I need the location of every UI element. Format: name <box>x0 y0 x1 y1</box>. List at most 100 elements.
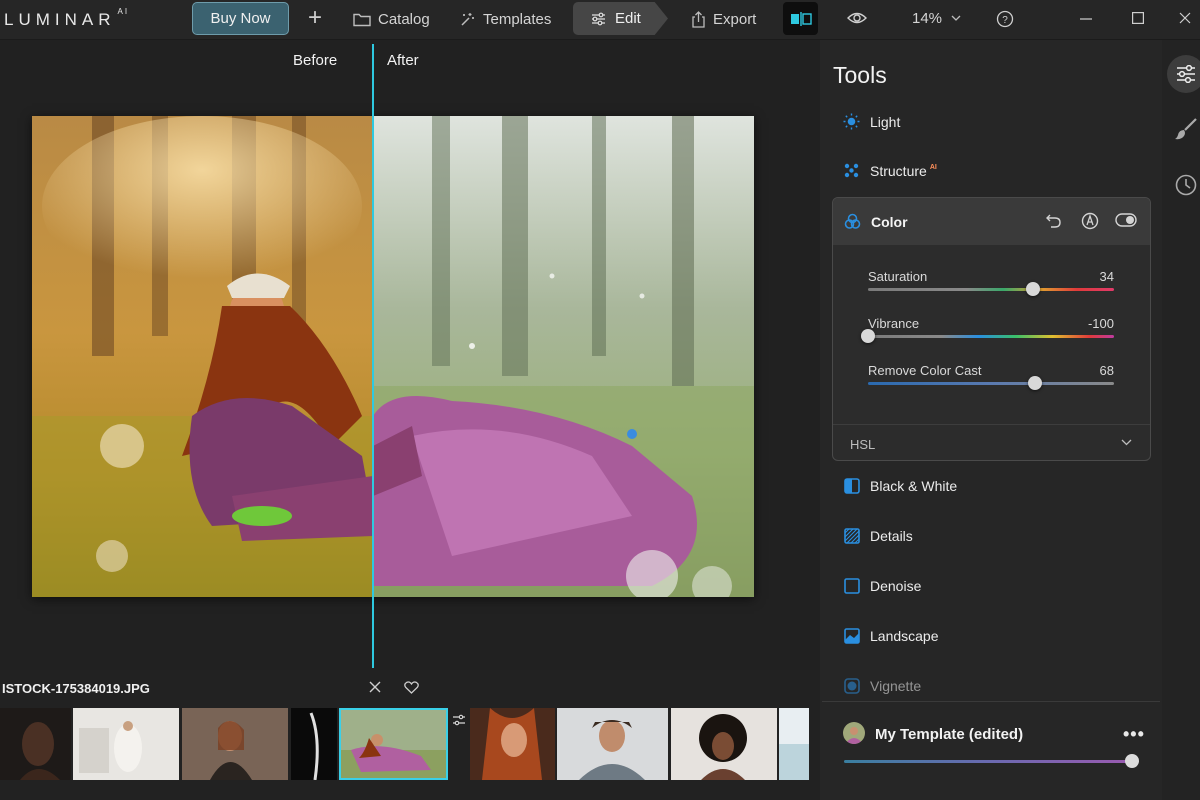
tool-black-white[interactable]: Black & White <box>843 477 957 494</box>
black-white-icon <box>843 477 860 494</box>
slider-track[interactable] <box>868 382 1114 385</box>
sliders-icon <box>592 12 605 25</box>
app-logo: LUMINAR AI <box>4 7 130 29</box>
thumbnail[interactable] <box>291 708 337 780</box>
slider-track[interactable] <box>868 335 1114 338</box>
buy-now-button[interactable]: Buy Now <box>192 2 289 35</box>
sliders-icon <box>1177 65 1195 83</box>
hsl-label: HSL <box>850 437 876 452</box>
history-rail-button[interactable] <box>1167 166 1200 204</box>
slider-label: Vibrance <box>868 316 920 331</box>
color-tool-panel: Color Saturation 34 Vibrance -100 Remove… <box>832 197 1151 461</box>
tool-label: Landscape <box>870 627 939 644</box>
tool-details[interactable]: Details <box>843 527 913 544</box>
tools-rail-button[interactable] <box>1167 55 1200 93</box>
help-icon[interactable]: ? <box>996 10 1014 28</box>
zoom-value: 14% <box>912 10 943 27</box>
folder-icon <box>353 13 371 26</box>
tool-landscape[interactable]: Landscape <box>843 627 939 644</box>
chevron-down-icon <box>951 15 961 21</box>
edit-tab[interactable]: Edit <box>573 2 668 35</box>
slider-value: 68 <box>1099 363 1114 378</box>
before-label: Before <box>293 52 338 69</box>
slider-track[interactable] <box>868 288 1114 291</box>
hsl-section[interactable]: HSL <box>833 424 1150 460</box>
svg-text:?: ? <box>1002 15 1008 26</box>
before-after-divider[interactable] <box>372 44 374 668</box>
tools-title: Tools <box>833 62 887 88</box>
brush-rail-button[interactable] <box>1167 110 1200 148</box>
thumbnail[interactable] <box>557 708 668 780</box>
tool-label: Color <box>871 214 908 230</box>
before-after-toggle[interactable] <box>783 2 818 35</box>
landscape-icon <box>843 627 860 644</box>
tool-label: Details <box>870 527 913 544</box>
thumbnail[interactable] <box>73 708 179 780</box>
tool-denoise[interactable]: Denoise <box>843 577 921 594</box>
export-label: Export <box>713 10 757 28</box>
sun-icon <box>843 113 860 130</box>
filmstrip-filename: ISTOCK-175384019.JPG <box>2 681 150 696</box>
slider-knob[interactable] <box>1028 376 1043 390</box>
undo-icon[interactable] <box>1045 212 1062 229</box>
template-thumbnail <box>843 722 865 744</box>
structure-icon <box>844 163 859 178</box>
templates-label: Templates <box>483 10 552 28</box>
right-rail <box>1162 40 1200 800</box>
catalog-tab[interactable]: Catalog <box>353 0 430 38</box>
thumbnail[interactable] <box>470 708 555 780</box>
zoom-dropdown[interactable]: 14% <box>912 10 961 27</box>
close-icon[interactable] <box>1179 12 1191 24</box>
tool-light[interactable]: Light <box>843 113 900 130</box>
slider-knob[interactable] <box>861 329 875 343</box>
slider-value: -100 <box>1087 316 1114 331</box>
vignette-icon <box>843 677 860 694</box>
close-icon[interactable] <box>368 680 382 694</box>
tool-label: Denoise <box>870 577 922 594</box>
color-icon <box>844 213 861 229</box>
more-options-button[interactable]: ••• <box>1123 724 1145 745</box>
slider-value: 34 <box>1099 269 1114 284</box>
sliders-icon <box>453 714 465 726</box>
template-amount-knob[interactable] <box>1125 754 1139 768</box>
thumbnail[interactable] <box>779 708 809 780</box>
template-amount-slider[interactable] <box>844 760 1132 763</box>
brush-icon <box>1175 118 1197 140</box>
color-tool-header[interactable]: Color <box>833 198 1150 245</box>
tool-structure[interactable]: Structure AI <box>843 162 937 179</box>
ai-badge: AI <box>929 164 937 171</box>
details-icon <box>843 527 860 544</box>
visibility-toggle[interactable] <box>1115 213 1137 227</box>
denoise-icon <box>843 577 860 594</box>
thumbnail-selected[interactable] <box>339 708 448 780</box>
divider <box>822 701 1160 702</box>
template-name: My Template (edited) <box>875 726 1024 743</box>
mask-icon[interactable] <box>1081 212 1099 230</box>
maximize-icon[interactable] <box>1132 12 1144 24</box>
top-toolbar: LUMINAR AI Buy Now + Catalog Templates Ed… <box>0 0 1200 40</box>
after-label: After <box>387 52 419 69</box>
chevron-down-icon <box>1121 439 1132 446</box>
thumbnail[interactable] <box>182 708 288 780</box>
templates-tab[interactable]: Templates <box>459 0 551 38</box>
slider-label: Saturation <box>868 269 928 284</box>
clock-icon <box>1175 174 1197 196</box>
photo-preview <box>32 116 754 597</box>
thumbnail[interactable] <box>671 708 777 780</box>
split-view-icon <box>790 11 812 26</box>
sparkle-icon <box>461 12 474 26</box>
heart-icon[interactable] <box>404 681 419 694</box>
export-button[interactable]: Export <box>691 0 756 38</box>
minimize-icon[interactable] <box>1080 18 1092 20</box>
slider-knob[interactable] <box>1025 282 1040 296</box>
tool-label: Vignette <box>870 677 922 694</box>
edit-label: Edit <box>615 10 641 27</box>
catalog-label: Catalog <box>378 10 430 28</box>
thumbnail[interactable] <box>0 708 71 780</box>
tool-label: Black & White <box>870 477 958 494</box>
add-photos-icon[interactable]: + <box>308 4 322 32</box>
tool-label: Structure <box>870 162 927 179</box>
filmstrip <box>0 708 810 780</box>
eye-icon[interactable] <box>847 10 867 26</box>
tool-vignette[interactable]: Vignette <box>843 677 921 694</box>
